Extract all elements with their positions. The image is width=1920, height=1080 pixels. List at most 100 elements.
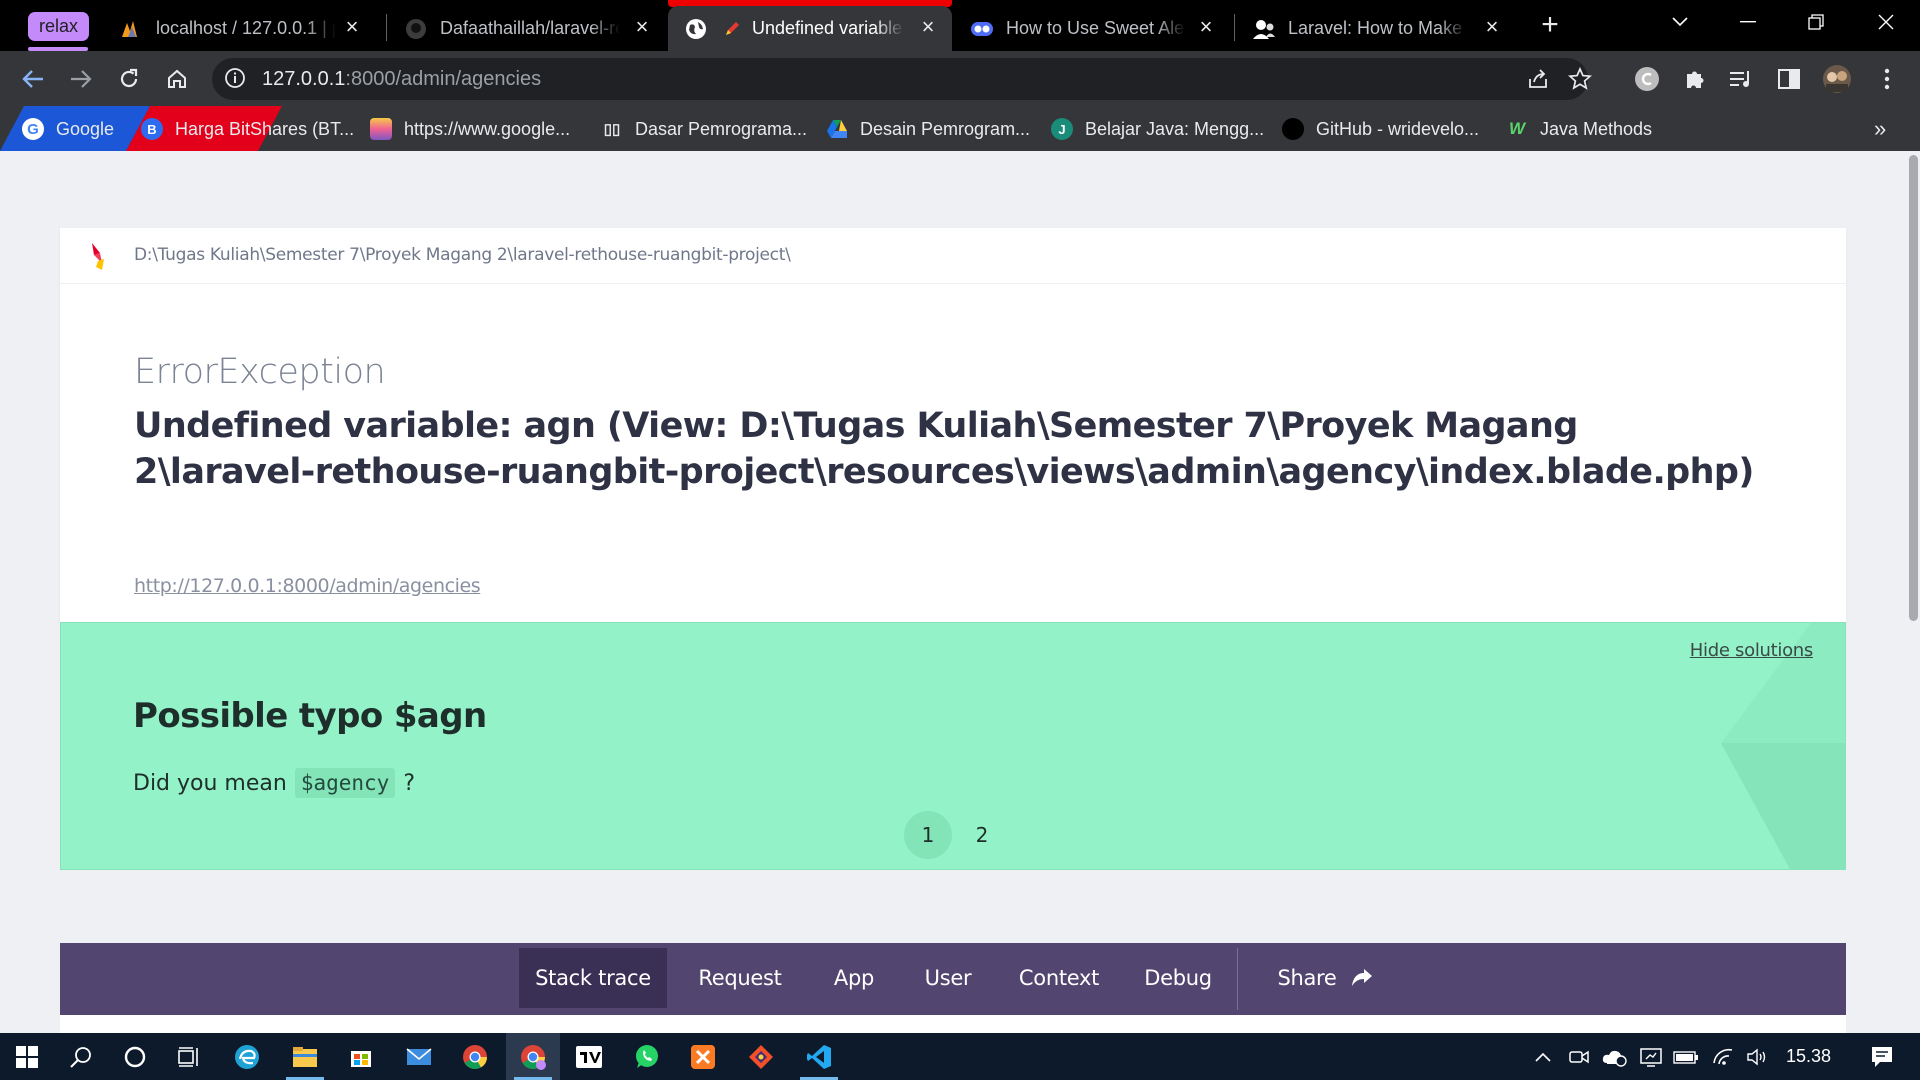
media-control-icon[interactable] (1724, 62, 1758, 96)
tab-user[interactable]: User (906, 948, 990, 1008)
xampp-icon[interactable] (676, 1033, 730, 1080)
solution-page-1[interactable]: 1 (904, 811, 952, 859)
browser-toolbar: 127.0.0.1:8000/admin/agencies (0, 51, 1920, 106)
cortana-icon[interactable] (108, 1033, 162, 1080)
more-bookmarks-button[interactable]: » (1874, 116, 1886, 142)
bookmark-label: Desain Pemrogram... (860, 118, 1031, 139)
tab-group-chip[interactable]: relax (28, 12, 90, 41)
mail-icon[interactable] (392, 1033, 446, 1080)
minimize-button[interactable] (1714, 0, 1782, 44)
tab-undefined-variable[interactable]: Undefined variable: agn × (668, 6, 952, 51)
battery-icon[interactable] (1670, 1033, 1702, 1080)
edge-icon[interactable] (220, 1033, 274, 1080)
task-view-icon[interactable] (162, 1033, 216, 1080)
solution-desc-prefix: Did you mean (133, 770, 287, 796)
extension-c-icon[interactable] (1630, 62, 1664, 96)
close-icon[interactable]: × (916, 15, 940, 39)
tab-search-button[interactable] (1646, 0, 1714, 44)
close-window-button[interactable] (1852, 0, 1920, 44)
chrome-active-window-icon[interactable] (506, 1033, 560, 1080)
chrome-menu-icon[interactable] (1870, 62, 1904, 96)
side-panel-icon[interactable] (1772, 62, 1806, 96)
share-button[interactable]: Share (1250, 948, 1400, 1008)
bookmark-java-methods[interactable]: W Java Methods (1506, 116, 1652, 142)
bookmark-star-icon[interactable] (1567, 66, 1593, 91)
address-bar[interactable]: 127.0.0.1:8000/admin/agencies (212, 58, 1593, 100)
solution-page-2[interactable]: 2 (958, 811, 1006, 859)
bookmark-belajar-java[interactable]: J Belajar Java: Mengg... (1051, 116, 1264, 142)
solution-title: Possible typo $agn (133, 696, 487, 736)
close-icon[interactable]: × (1480, 15, 1504, 39)
error-card: D:\Tugas Kuliah\Semester 7\Proyek Magang… (60, 228, 1846, 623)
bookmark-github[interactable]: GitHub - wridevelo... (1282, 116, 1479, 142)
whatsapp-icon[interactable] (620, 1033, 674, 1080)
meet-now-icon[interactable] (1564, 1033, 1594, 1080)
bitshares-icon: B (141, 118, 163, 140)
tab-laravel-menu[interactable]: Laravel: How to Make Menu × (1236, 6, 1516, 51)
new-tab-button[interactable]: + (1534, 10, 1566, 42)
close-icon[interactable]: × (340, 15, 364, 39)
github-icon (1282, 118, 1304, 140)
globe-icon (684, 17, 708, 41)
tab-app[interactable]: App (812, 948, 896, 1008)
start-button[interactable] (0, 1033, 54, 1080)
tab-title: How to Use Sweet Alert (1006, 18, 1186, 39)
notifications-icon[interactable] (1856, 1033, 1908, 1080)
git-kraken-icon[interactable] (734, 1033, 788, 1080)
search-icon[interactable] (54, 1033, 108, 1080)
request-url-link[interactable]: http://127.0.0.1:8000/admin/agencies (134, 575, 481, 597)
tab-stack-trace[interactable]: Stack trace (519, 948, 667, 1008)
hide-solutions-link[interactable]: Hide solutions (1690, 640, 1814, 661)
java-site-icon: J (1051, 118, 1073, 140)
bookmark-google-link[interactable]: https://www.google... (370, 116, 570, 142)
bookmark-label: Dasar Pemrograma... (635, 118, 808, 139)
wifi-icon[interactable] (1708, 1033, 1738, 1080)
url-text: 127.0.0.1:8000/admin/agencies (262, 68, 541, 91)
chrome-icon[interactable] (448, 1033, 502, 1080)
bookmark-dasar-pemrograman[interactable]: ▯▯ Dasar Pemrograma... (601, 116, 807, 142)
show-hidden-icons-chevron-icon[interactable] (1530, 1033, 1556, 1080)
volume-icon[interactable] (1742, 1033, 1772, 1080)
bookmark-bitshares[interactable]: B Harga BitShares (BT... (141, 116, 354, 142)
tab-title: Dafaathaillah/laravel-rethouse (440, 18, 620, 39)
scrollbar-thumb[interactable] (1909, 155, 1918, 621)
site-info-icon[interactable] (224, 67, 248, 91)
tradingview-icon[interactable] (562, 1033, 616, 1080)
page-scrollbar[interactable] (1906, 153, 1920, 1033)
close-icon[interactable]: × (1194, 15, 1218, 39)
bookmark-label: Google (56, 118, 115, 139)
detail-tabs-bar: Stack trace Request App User Context Deb… (60, 943, 1846, 1015)
bookmark-google[interactable]: G Google (22, 116, 114, 142)
ignition-logo-icon (88, 241, 110, 271)
display-icon[interactable] (1636, 1033, 1666, 1080)
onedrive-icon[interactable] (1598, 1033, 1632, 1080)
home-button[interactable] (160, 62, 194, 96)
share-page-icon[interactable] (1526, 67, 1550, 91)
sweetalert-icon (970, 17, 994, 41)
exception-summary: ErrorException Undefined variable: agn (… (60, 284, 1846, 623)
pencil-icon (720, 17, 744, 41)
close-icon[interactable]: × (630, 15, 654, 39)
tab-request[interactable]: Request (678, 948, 802, 1008)
restore-button[interactable] (1782, 0, 1850, 44)
back-button[interactable] (16, 62, 50, 96)
google-drive-icon (826, 118, 848, 140)
bookmark-desain-pemrograman[interactable]: Desain Pemrogram... (826, 116, 1030, 142)
microsoft-store-icon[interactable] (334, 1033, 388, 1080)
tab-phpmyadmin[interactable]: localhost / 127.0.0.1 | phpMyAdmin × (104, 6, 376, 51)
tab-github[interactable]: Dafaathaillah/laravel-rethouse × (388, 6, 666, 51)
extensions-puzzle-icon[interactable] (1678, 62, 1712, 96)
forward-button[interactable] (64, 62, 98, 96)
file-explorer-icon[interactable] (278, 1033, 332, 1080)
tab-context[interactable]: Context (1000, 948, 1118, 1008)
stack-trace-panel-top (60, 1015, 1846, 1033)
reload-button[interactable] (112, 62, 146, 96)
phpmyadmin-icon (120, 17, 144, 41)
bookmark-label: Belajar Java: Mengg... (1085, 118, 1265, 139)
taskbar-clock[interactable]: 15.38 (1786, 1046, 1831, 1067)
tab-debug[interactable]: Debug (1128, 948, 1228, 1008)
profile-avatar[interactable] (1820, 62, 1854, 96)
tab-sweet-alert[interactable]: How to Use Sweet Alert × (954, 6, 1230, 51)
browser-tab-strip: relax localhost / 127.0.0.1 | phpMyAdmin… (0, 0, 1920, 51)
vscode-icon[interactable] (792, 1033, 846, 1080)
